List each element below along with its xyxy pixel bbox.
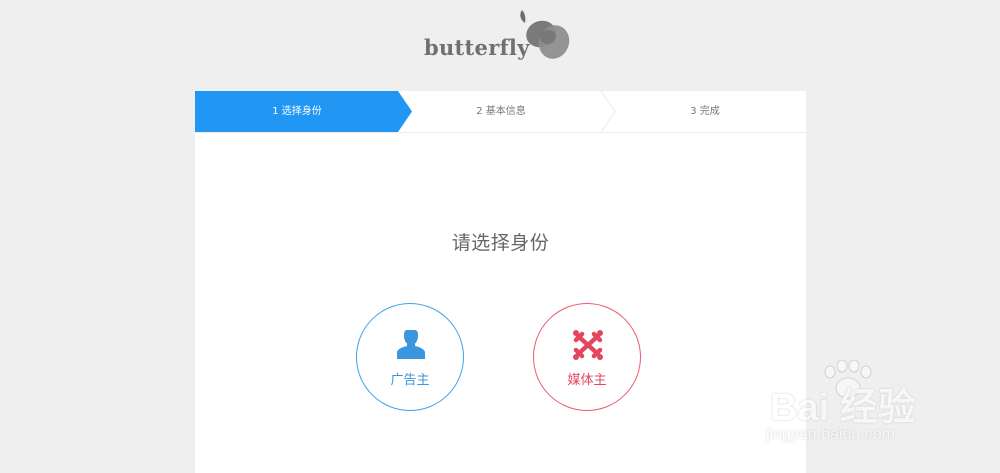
advertiser-role-button[interactable]: 广告主 bbox=[356, 303, 464, 411]
baidu-jingyan-watermark: Bai 经验 jingyan.baidu.com bbox=[760, 360, 990, 470]
step-complete: 3 完成 bbox=[690, 106, 720, 117]
butterfly-wings-icon bbox=[520, 10, 570, 59]
step-basic-info: 2 基本信息 bbox=[476, 106, 526, 117]
page: butterfly 1 选择身份 2 基本信息 3 完成 请选择身份 广告主 媒… bbox=[0, 0, 1000, 473]
watermark-url: jingyan.baidu.com bbox=[766, 426, 895, 443]
media-owner-role-button[interactable]: 媒体主 bbox=[533, 303, 641, 411]
joomla-icon bbox=[573, 330, 603, 360]
watermark-brand: Bai 经验 bbox=[770, 387, 916, 429]
step-progress-bar: 1 选择身份 2 基本信息 3 完成 bbox=[195, 91, 806, 133]
advertiser-label: 广告主 bbox=[390, 373, 430, 388]
media-owner-label: 媒体主 bbox=[567, 373, 607, 388]
page-title: 请选择身份 bbox=[451, 232, 550, 254]
butterfly-logo[interactable]: butterfly bbox=[424, 6, 584, 66]
logo-text: butterfly bbox=[424, 35, 530, 60]
step-select-identity: 1 选择身份 bbox=[272, 106, 322, 117]
registration-card: 1 选择身份 2 基本信息 3 完成 请选择身份 广告主 媒体主 bbox=[195, 91, 806, 473]
user-silhouette-icon bbox=[397, 330, 425, 359]
